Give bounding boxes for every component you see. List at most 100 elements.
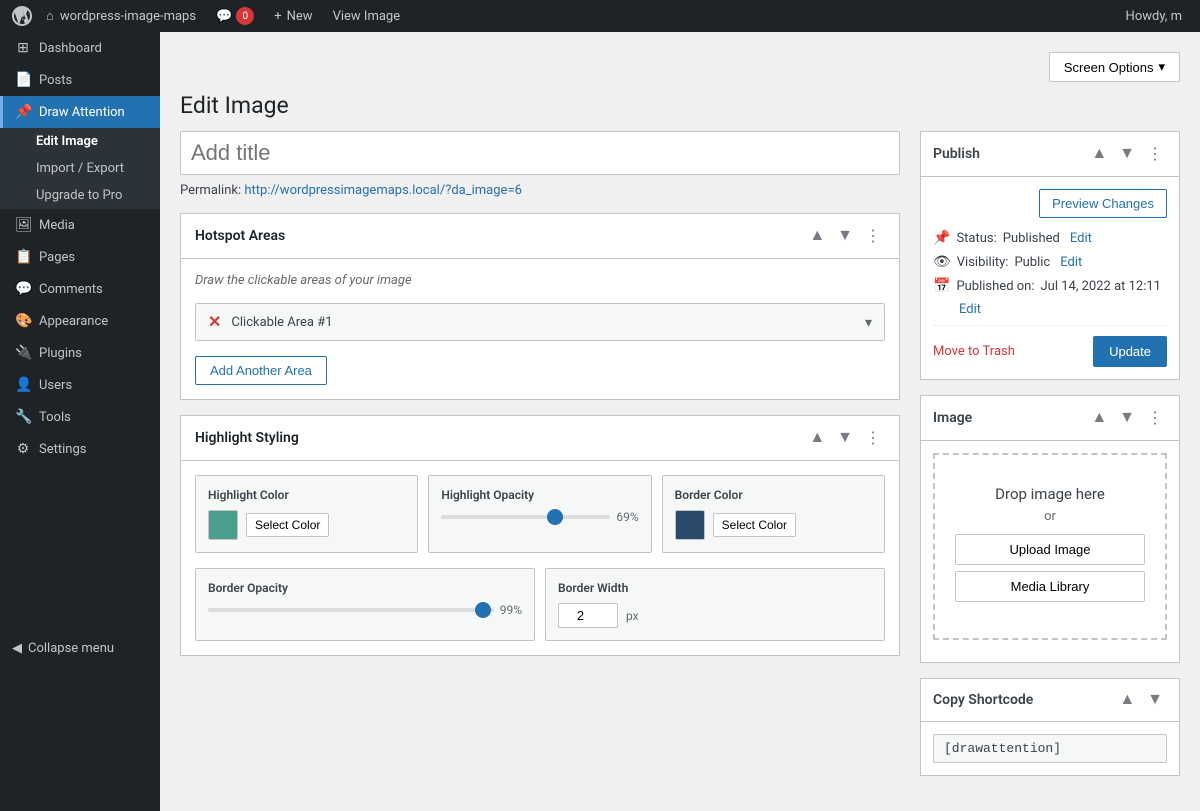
highlight-styling-grid-2: Border Opacity 99% Border Width 2 — [195, 568, 885, 641]
publish-collapse-up[interactable]: ▲ — [1087, 142, 1111, 166]
settings-icon: ⚙ — [15, 441, 31, 457]
border-select-color-btn[interactable]: Select Color — [713, 513, 796, 537]
calendar-icon: 📅 — [933, 278, 950, 294]
border-color-control: Select Color — [675, 510, 872, 540]
submenu-import-export[interactable]: Import / Export — [0, 155, 160, 182]
hotspot-collapse-up[interactable]: ▲ — [805, 225, 829, 247]
sidebar-label-plugins: Plugins — [39, 346, 82, 361]
highlight-drag[interactable]: ⋮ — [861, 426, 885, 450]
area-expand-btn[interactable]: ▾ — [865, 314, 872, 331]
publish-controls: ▲ ▼ ⋮ — [1087, 142, 1167, 166]
screen-options-button[interactable]: Screen Options ▾ — [1049, 52, 1180, 82]
highlight-opacity-slider[interactable] — [441, 515, 610, 519]
side-column: Publish ▲ ▼ ⋮ Preview Changes 📌 — [920, 131, 1180, 791]
highlight-color-swatch[interactable] — [208, 510, 238, 540]
shortcode-collapse-up[interactable]: ▲ — [1115, 689, 1139, 711]
edit-visibility-link[interactable]: Edit — [1060, 255, 1082, 270]
site-name: wordpress-image-maps — [60, 9, 196, 24]
submenu-edit-image[interactable]: Edit Image — [0, 128, 160, 155]
border-opacity-label: Border Opacity — [208, 581, 522, 595]
sidebar-item-pages[interactable]: 📋 Pages — [0, 241, 160, 273]
sidebar-label-settings: Settings — [39, 442, 86, 457]
adminbar-view-image[interactable]: View Image — [323, 0, 411, 32]
image-collapse-down[interactable]: ▼ — [1115, 406, 1139, 430]
hotspot-drag[interactable]: ⋮ — [861, 224, 885, 248]
border-width-input[interactable]: 2 — [558, 603, 618, 628]
publish-visibility-row: 👁 Visibility: Public Edit — [933, 254, 1167, 270]
status-value: Published — [1003, 231, 1060, 246]
edit-status-link[interactable]: Edit — [1070, 231, 1092, 246]
sidebar-label-posts: Posts — [39, 73, 72, 88]
collapse-menu-btn[interactable]: ◀ Collapse menu — [0, 633, 160, 664]
permalink-link[interactable]: http://wordpressimagemaps.local/?da_imag… — [244, 183, 522, 198]
highlight-styling-grid: Highlight Color Select Color Highlight O… — [195, 475, 885, 553]
highlight-opacity-label: Highlight Opacity — [441, 488, 638, 502]
media-icon: 🖼 — [15, 217, 31, 233]
screen-options-bar: Screen Options ▾ — [180, 52, 1180, 82]
wp-logo[interactable] — [8, 2, 36, 30]
preview-changes-button[interactable]: Preview Changes — [1039, 189, 1167, 218]
publish-collapse-down[interactable]: ▼ — [1115, 142, 1139, 166]
main-column: Permalink: http://wordpressimagemaps.loc… — [180, 131, 900, 671]
shortcode-collapse-down[interactable]: ▼ — [1143, 689, 1167, 711]
media-library-button[interactable]: Media Library — [955, 571, 1145, 602]
highlight-metabox-header[interactable]: Highlight Styling ▲ ▼ ⋮ — [181, 416, 899, 461]
image-drop-zone[interactable]: Drop image here or Upload Image Media Li… — [933, 453, 1167, 640]
sidebar-item-dashboard[interactable]: ⊞ Dashboard — [0, 32, 160, 64]
sidebar-label-media: Media — [39, 218, 75, 233]
upload-image-button[interactable]: Upload Image — [955, 534, 1145, 565]
visibility-icon: 👁 — [933, 254, 951, 270]
sidebar-item-plugins[interactable]: 🔌 Plugins — [0, 337, 160, 369]
post-title-input[interactable] — [180, 131, 900, 175]
move-to-trash-link[interactable]: Move to Trash — [933, 344, 1015, 359]
adminbar-new[interactable]: + New — [264, 0, 322, 32]
hotspot-metabox-header[interactable]: Hotspot Areas ▲ ▼ ⋮ — [181, 214, 899, 259]
sidebar-item-posts[interactable]: 📄 Posts — [0, 64, 160, 96]
border-opacity-slider[interactable] — [208, 608, 494, 612]
adminbar-comments[interactable]: 💬 0 — [206, 0, 264, 32]
sidebar-label-users: Users — [39, 378, 72, 393]
publish-date-row: 📅 Published on: Jul 14, 2022 at 12:11 — [933, 278, 1167, 294]
add-area-button[interactable]: Add Another Area — [195, 356, 327, 385]
drop-title: Drop image here — [955, 485, 1145, 503]
update-button[interactable]: Update — [1093, 336, 1167, 367]
border-color-swatch[interactable] — [675, 510, 705, 540]
adminbar-site[interactable]: ⌂ wordpress-image-maps — [36, 0, 206, 32]
hotspot-collapse-down[interactable]: ▼ — [833, 225, 857, 247]
highlight-title: Highlight Styling — [195, 430, 805, 446]
sidebar-item-appearance[interactable]: 🎨 Appearance — [0, 305, 160, 337]
sidebar-item-draw-attention[interactable]: 📌 Draw Attention — [0, 96, 160, 128]
publish-panel-header: Publish ▲ ▼ ⋮ — [921, 132, 1179, 177]
appearance-icon: 🎨 — [15, 313, 31, 329]
plugins-icon: 🔌 — [15, 345, 31, 361]
sidebar-item-users[interactable]: 👤 Users — [0, 369, 160, 401]
highlight-collapse-up[interactable]: ▲ — [805, 427, 829, 449]
status-label: Status: — [956, 231, 996, 246]
shortcode-panel: Copy Shortcode ▲ ▼ [drawattention] — [920, 678, 1180, 776]
shortcode-controls: ▲ ▼ — [1115, 689, 1167, 711]
sidebar-item-settings[interactable]: ⚙ Settings — [0, 433, 160, 465]
image-controls: ▲ ▼ ⋮ — [1087, 406, 1167, 430]
adminbar-howdy[interactable]: Howdy, m — [1116, 0, 1192, 32]
publish-panel-body: Preview Changes 📌 Status: Published Edit… — [921, 177, 1179, 379]
highlight-collapse-down[interactable]: ▼ — [833, 427, 857, 449]
main-content: Screen Options ▾ Edit Image Permalink: h… — [160, 32, 1200, 811]
hotspot-metabox-body: Draw the clickable areas of your image ✕… — [181, 259, 899, 399]
sidebar-label-dashboard: Dashboard — [39, 41, 102, 56]
comments-count: 0 — [236, 7, 254, 25]
image-collapse-up[interactable]: ▲ — [1087, 406, 1111, 430]
image-title: Image — [933, 410, 1087, 426]
edit-date-link[interactable]: Edit — [959, 302, 981, 317]
submenu-upgrade[interactable]: Upgrade to Pro — [0, 182, 160, 209]
collapse-icon: ◀ — [12, 641, 22, 656]
area-remove-btn[interactable]: ✕ — [208, 312, 221, 332]
publish-drag[interactable]: ⋮ — [1143, 142, 1167, 166]
highlight-select-color-btn[interactable]: Select Color — [246, 513, 329, 537]
sidebar-item-tools[interactable]: 🔧 Tools — [0, 401, 160, 433]
sidebar-item-comments[interactable]: 💬 Comments — [0, 273, 160, 305]
sidebar-label-tools: Tools — [39, 410, 71, 425]
image-drag[interactable]: ⋮ — [1143, 406, 1167, 430]
sidebar-item-media[interactable]: 🖼 Media — [0, 209, 160, 241]
page-title: Edit Image — [180, 92, 1180, 119]
px-label: px — [626, 609, 639, 623]
